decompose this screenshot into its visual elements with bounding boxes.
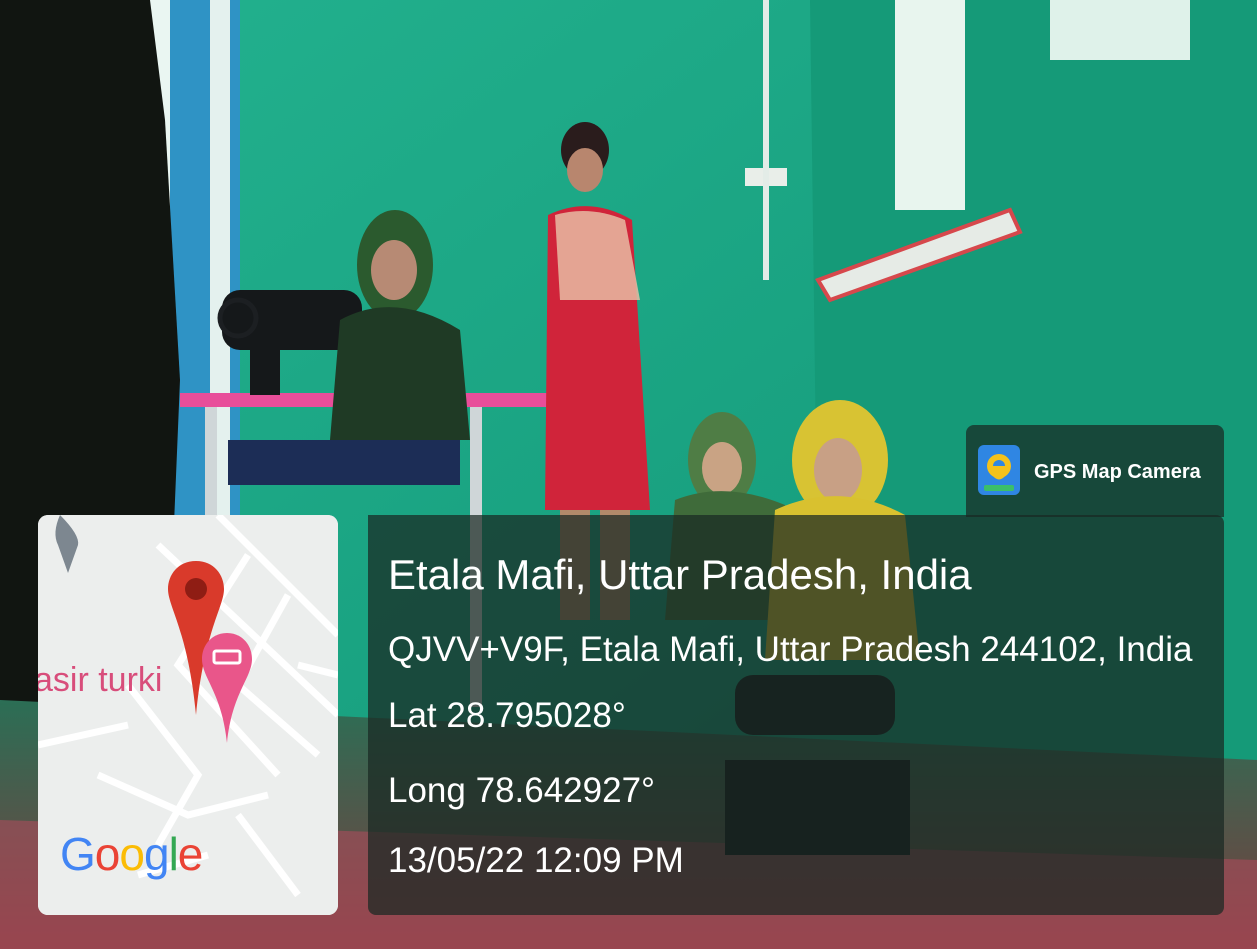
timestamp: 13/05/22 12:09 PM bbox=[388, 841, 684, 880]
location-info-panel: Etala Mafi, Uttar Pradesh, India QJVV+V9… bbox=[368, 515, 1224, 915]
location-address: QJVV+V9F, Etala Mafi, Uttar Pradesh 2441… bbox=[388, 630, 1193, 669]
location-title: Etala Mafi, Uttar Pradesh, India bbox=[388, 551, 972, 598]
google-logo: Google bbox=[60, 828, 203, 880]
map-place-label: asir turki bbox=[38, 661, 163, 699]
hotel-marker-icon bbox=[202, 633, 252, 743]
gps-map-camera-label: GPS Map Camera bbox=[1034, 461, 1201, 483]
latitude: Lat 28.795028° bbox=[388, 696, 626, 735]
gps-map-camera-badge: GPS Map Camera bbox=[966, 425, 1224, 517]
map-thumbnail: asir turki Google bbox=[38, 515, 338, 915]
gps-map-camera-icon bbox=[976, 443, 1022, 499]
longitude: Long 78.642927° bbox=[388, 771, 656, 810]
